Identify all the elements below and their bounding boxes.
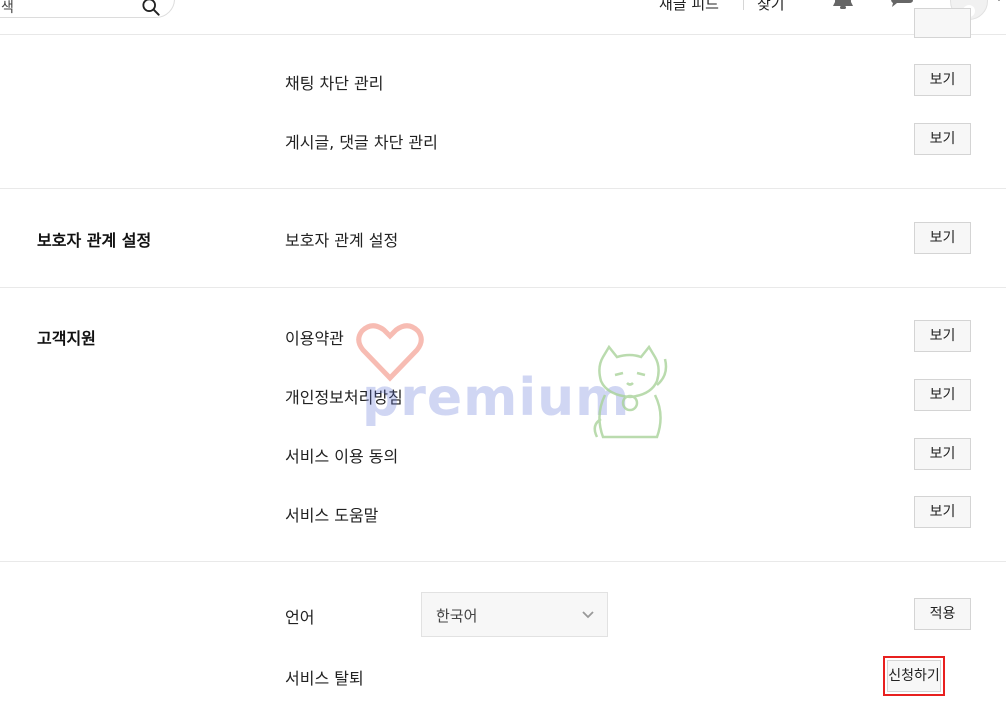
top-header: 색 새글 피드 찾기 <box>0 0 1006 35</box>
search-icon[interactable] <box>142 0 160 16</box>
bell-icon[interactable] <box>832 0 854 14</box>
nav-new-feed[interactable]: 새글 피드 <box>659 0 719 14</box>
language-select[interactable]: 한국어 <box>421 592 608 637</box>
row-label-consent: 서비스 이용 동의 <box>285 447 399 466</box>
language-select-value: 한국어 <box>436 607 478 625</box>
chat-icon[interactable] <box>889 0 915 14</box>
nav-find[interactable]: 찾기 <box>757 0 785 14</box>
row-label-guardian: 보호자 관계 설정 <box>285 231 399 250</box>
section-divider <box>0 188 1006 189</box>
withdraw-highlight-box: 신청하기 <box>883 656 945 696</box>
row-label-language: 언어 <box>285 608 315 627</box>
apply-button[interactable]: 적용 <box>914 598 971 630</box>
nav-divider <box>743 0 744 10</box>
section-divider <box>0 287 1006 288</box>
section-title-guardian: 보호자 관계 설정 <box>37 231 152 250</box>
withdraw-apply-button[interactable]: 신청하기 <box>887 660 941 692</box>
view-button-consent[interactable]: 보기 <box>914 438 971 470</box>
row-label-terms: 이용약관 <box>285 329 344 348</box>
row-label-post-block: 게시글, 댓글 차단 관리 <box>285 133 438 152</box>
watermark-text: premium <box>362 368 631 428</box>
row-label-chat-block: 채팅 차단 관리 <box>285 74 384 93</box>
view-button-post-block[interactable]: 보기 <box>914 123 971 155</box>
partial-view-button[interactable] <box>914 8 971 38</box>
view-button-privacy[interactable]: 보기 <box>914 379 971 411</box>
view-button-help[interactable]: 보기 <box>914 496 971 528</box>
section-title-support: 고객지원 <box>37 329 96 348</box>
row-label-withdraw: 서비스 탈퇴 <box>285 669 364 688</box>
settings-page: 색 새글 피드 찾기 채팅 차단 관리 보기 게시글, 댓글 차단 관리 보기 … <box>0 0 1006 725</box>
search-input[interactable]: 색 <box>0 0 175 18</box>
view-button-guardian[interactable]: 보기 <box>914 222 971 254</box>
chevron-down-icon <box>582 611 594 619</box>
row-label-help: 서비스 도움말 <box>285 506 379 525</box>
chevron-down-icon[interactable] <box>994 0 1004 4</box>
section-divider <box>0 561 1006 562</box>
search-input-text: 색 <box>1 0 14 16</box>
view-button-terms[interactable]: 보기 <box>914 320 971 352</box>
view-button-chat-block[interactable]: 보기 <box>914 64 971 96</box>
